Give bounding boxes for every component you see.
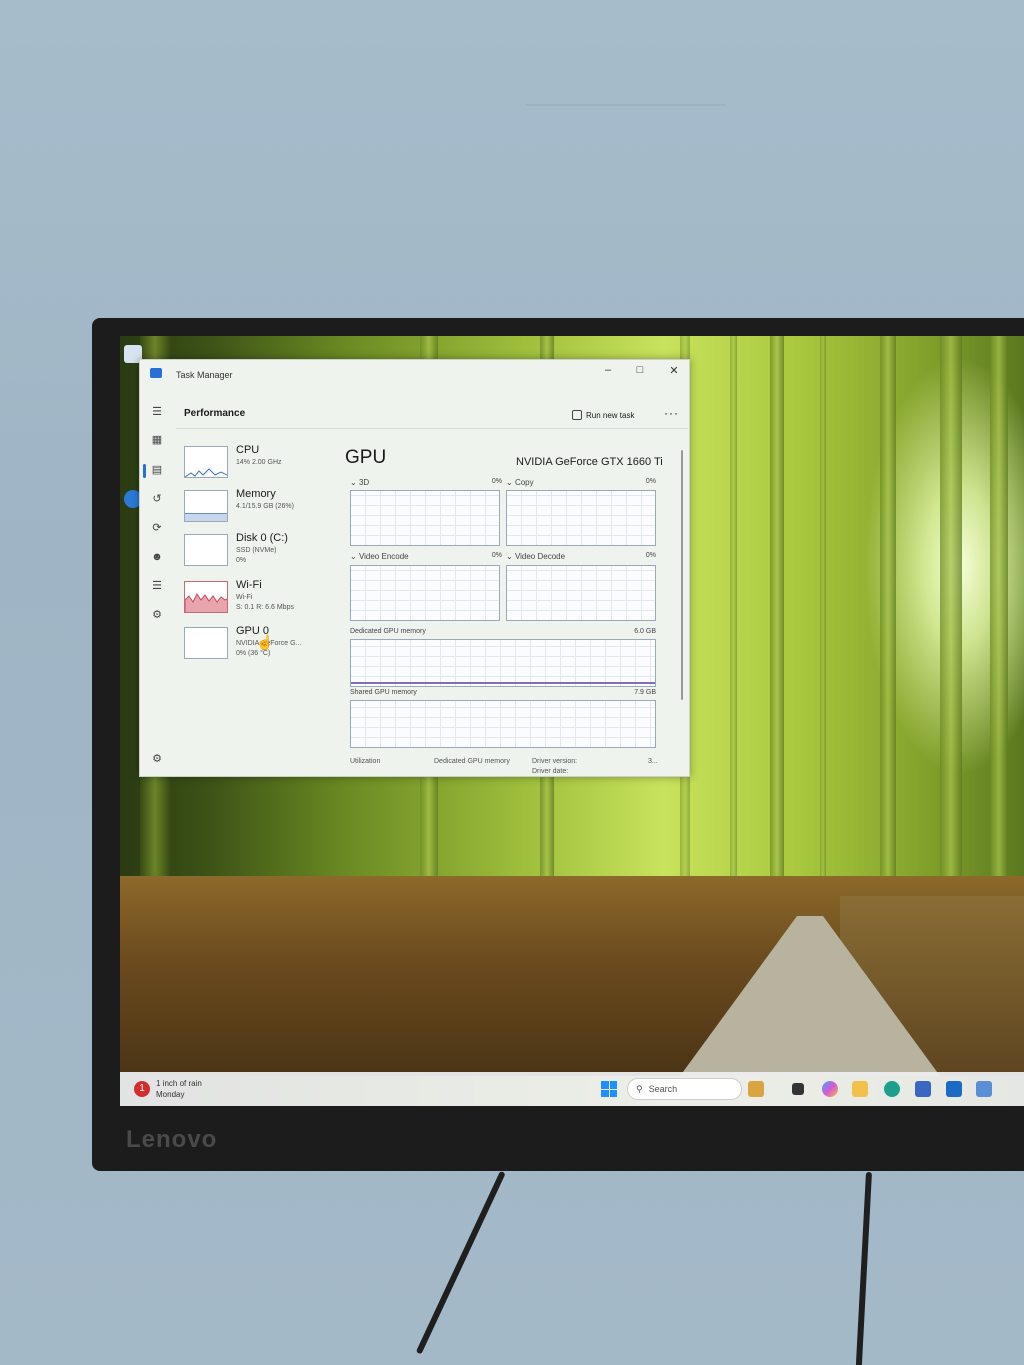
- start-button[interactable]: [601, 1081, 617, 1097]
- graph-video-encode-label[interactable]: ⌄ Video Encode: [350, 552, 409, 561]
- graph-3d: [350, 490, 500, 546]
- services-icon[interactable]: ⚙: [150, 609, 164, 621]
- driver-date-label: Driver date:: [532, 768, 569, 775]
- performance-icon[interactable]: ▤: [150, 464, 164, 476]
- dedicated-memory-stat-label: Dedicated GPU memory: [434, 758, 510, 765]
- weather-widget[interactable]: 1 1 inch of rain Monday: [134, 1078, 294, 1100]
- active-indicator: [143, 464, 146, 478]
- cable-left: [415, 1170, 506, 1355]
- graph-3d-value: 0%: [491, 478, 502, 485]
- task-manager-window: Task Manager – □ ✕ ☰ ▦ ▤ ↺ ⟳ ☻ ☰ ⚙ ⚙ Per…: [139, 359, 690, 777]
- window-title: Task Manager: [176, 370, 233, 380]
- store-icon[interactable]: [915, 1081, 931, 1097]
- graph-3d-label[interactable]: ⌄ 3D: [350, 478, 369, 487]
- edge-icon[interactable]: [884, 1081, 900, 1097]
- mouse-pointer-icon: ☝: [256, 634, 274, 650]
- wifi-thumbnail: [184, 581, 228, 613]
- driver-version-value: 3...: [648, 758, 658, 765]
- run-task-icon: [572, 410, 582, 420]
- disk-thumbnail: [184, 534, 228, 566]
- copilot-icon[interactable]: [822, 1081, 838, 1097]
- widget-icon[interactable]: [748, 1081, 764, 1097]
- dedicated-memory-label: Dedicated GPU memory: [350, 628, 426, 635]
- graph-copy: [506, 490, 656, 546]
- lenovo-logo: Lenovo: [126, 1126, 218, 1153]
- utilization-label: Utilization: [350, 758, 381, 765]
- graph-video-encode-value: 0%: [491, 552, 502, 559]
- settings-icon[interactable]: ⚙: [150, 753, 164, 765]
- dedicated-memory-value: 6.0 GB: [634, 628, 656, 635]
- processes-icon[interactable]: ▦: [150, 434, 164, 446]
- details-icon[interactable]: ☰: [150, 580, 164, 592]
- taskbar-search[interactable]: ⚲ Search: [627, 1078, 742, 1100]
- page-title: Performance: [184, 408, 246, 419]
- weather-alert-icon: 1: [134, 1081, 150, 1097]
- perf-item-wifi[interactable]: Wi-Fi Wi-Fi S: 0.1 R: 6.6 Mbps: [184, 579, 334, 621]
- graph-copy-label[interactable]: ⌄ Copy: [506, 478, 534, 487]
- graph-video-decode: [506, 565, 656, 621]
- cpu-thumbnail: [184, 446, 228, 478]
- maximize-button[interactable]: □: [630, 364, 650, 376]
- outlook-icon[interactable]: [946, 1081, 962, 1097]
- graph-video-decode-value: 0%: [645, 552, 656, 559]
- perf-item-cpu[interactable]: CPU 14% 2.00 GHz: [184, 444, 334, 486]
- graph-copy-value: 0%: [645, 478, 656, 485]
- scrollbar[interactable]: [681, 450, 683, 700]
- cable-right: [855, 1171, 872, 1365]
- task-view-icon[interactable]: [792, 1083, 804, 1095]
- perf-item-memory[interactable]: Memory 4.1/15.9 GB (26%): [184, 488, 334, 530]
- close-button[interactable]: ✕: [664, 364, 684, 377]
- gpu-title: GPU: [345, 447, 387, 468]
- users-icon[interactable]: ☻: [150, 551, 164, 563]
- task-manager-app-icon: [150, 368, 162, 378]
- minimize-button[interactable]: –: [598, 364, 618, 376]
- gpu-thumbnail: [184, 627, 228, 659]
- search-placeholder: Search: [648, 1084, 678, 1094]
- run-new-task-button[interactable]: Run new task: [572, 410, 634, 420]
- startup-apps-icon[interactable]: ⟳: [150, 522, 164, 534]
- weather-title: 1 inch of rain: [156, 1079, 202, 1088]
- perf-item-disk[interactable]: Disk 0 (C:) SSD (NVMe) 0%: [184, 532, 334, 574]
- graph-dedicated-memory: [350, 639, 656, 687]
- taskmanager-taskbar-icon[interactable]: [976, 1081, 992, 1097]
- file-explorer-icon[interactable]: [852, 1081, 868, 1097]
- search-icon: ⚲: [636, 1083, 643, 1094]
- hamburger-icon[interactable]: ☰: [150, 406, 164, 418]
- app-history-icon[interactable]: ↺: [150, 493, 164, 505]
- graph-shared-memory: [350, 700, 656, 748]
- shared-memory-value: 7.9 GB: [634, 689, 656, 696]
- memory-thumbnail: [184, 490, 228, 522]
- graph-video-decode-label[interactable]: ⌄ Video Decode: [506, 552, 565, 561]
- driver-version-label: Driver version:: [532, 758, 578, 765]
- weather-day: Monday: [156, 1090, 185, 1099]
- shared-memory-label: Shared GPU memory: [350, 689, 417, 696]
- more-options-button[interactable]: ···: [664, 406, 679, 420]
- gpu-model: NVIDIA GeForce GTX 1660 Ti: [516, 456, 663, 468]
- taskbar: 1 1 inch of rain Monday ⚲ Search: [120, 1072, 1024, 1106]
- graph-video-encode: [350, 565, 500, 621]
- wall-mark: [525, 104, 725, 106]
